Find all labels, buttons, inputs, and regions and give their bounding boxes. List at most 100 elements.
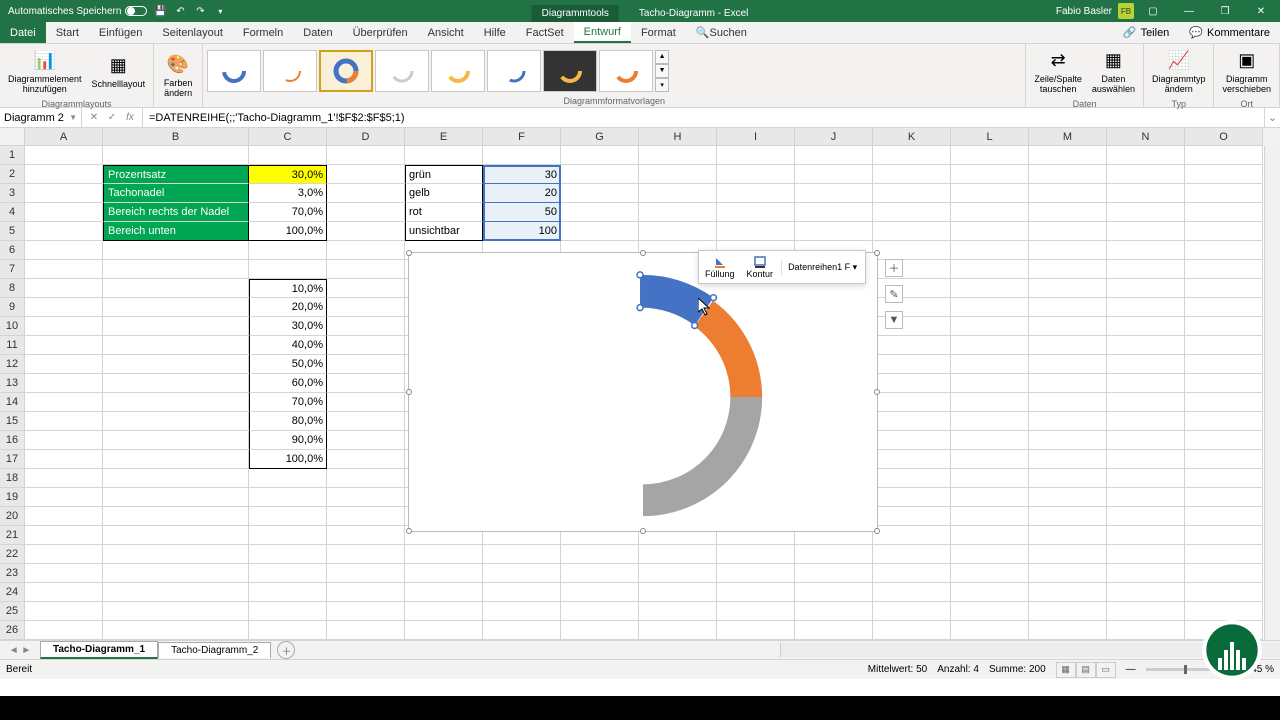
chart-style-8[interactable] <box>599 50 653 92</box>
resize-handle[interactable] <box>406 389 412 395</box>
cell[interactable] <box>639 184 717 203</box>
cell[interactable] <box>1107 336 1185 355</box>
cell[interactable] <box>103 564 249 583</box>
cell[interactable] <box>1185 203 1263 222</box>
close-icon[interactable]: ✕ <box>1244 0 1278 22</box>
cell[interactable] <box>1029 602 1107 621</box>
cell[interactable] <box>327 146 405 165</box>
cell[interactable] <box>405 564 483 583</box>
chart-style-6[interactable] <box>487 50 541 92</box>
cell[interactable] <box>951 203 1029 222</box>
cell[interactable]: Bereich unten <box>103 222 249 241</box>
resize-handle[interactable] <box>874 528 880 534</box>
resize-handle[interactable] <box>640 250 646 256</box>
cell[interactable] <box>951 165 1029 184</box>
cell[interactable] <box>1185 241 1263 260</box>
cell[interactable] <box>1029 564 1107 583</box>
cell[interactable] <box>327 583 405 602</box>
cell[interactable] <box>795 602 873 621</box>
cell[interactable] <box>1107 317 1185 336</box>
view-normal-icon[interactable]: ▦ <box>1056 662 1076 678</box>
cell[interactable] <box>1185 469 1263 488</box>
row-header[interactable]: 20 <box>0 507 25 526</box>
cell[interactable]: 40,0% <box>249 336 327 355</box>
cell[interactable] <box>1185 355 1263 374</box>
cell[interactable] <box>25 241 103 260</box>
resize-handle[interactable] <box>874 389 880 395</box>
cell[interactable]: 80,0% <box>249 412 327 431</box>
cell[interactable] <box>483 146 561 165</box>
cell[interactable] <box>327 184 405 203</box>
cell[interactable] <box>103 393 249 412</box>
cell[interactable] <box>951 184 1029 203</box>
minimize-icon[interactable]: ― <box>1172 0 1206 22</box>
cell[interactable] <box>327 317 405 336</box>
menu-einfugen[interactable]: Einfügen <box>89 22 152 43</box>
cell[interactable] <box>795 222 873 241</box>
cell[interactable] <box>1029 469 1107 488</box>
diagrammtyp-button[interactable]: 📈Diagrammtyp ändern <box>1148 46 1210 98</box>
cell[interactable] <box>103 450 249 469</box>
cell[interactable] <box>951 336 1029 355</box>
cell[interactable] <box>1107 564 1185 583</box>
cell[interactable]: 20 <box>483 184 561 203</box>
cell[interactable] <box>951 260 1029 279</box>
farben-button[interactable]: 🎨Farben ändern <box>158 50 198 102</box>
cell[interactable] <box>639 564 717 583</box>
cell[interactable] <box>327 602 405 621</box>
cell[interactable] <box>1107 260 1185 279</box>
cell[interactable] <box>25 621 103 640</box>
chart-style-7[interactable] <box>543 50 597 92</box>
cell[interactable] <box>951 393 1029 412</box>
cell[interactable] <box>327 507 405 526</box>
cell[interactable] <box>951 602 1029 621</box>
cell[interactable] <box>1107 374 1185 393</box>
cell[interactable] <box>25 431 103 450</box>
cell[interactable] <box>951 564 1029 583</box>
cell[interactable] <box>951 146 1029 165</box>
cell[interactable] <box>717 184 795 203</box>
cell[interactable] <box>873 450 951 469</box>
cell[interactable] <box>1185 374 1263 393</box>
cell[interactable] <box>1029 526 1107 545</box>
tab-nav[interactable]: ◄ ► <box>0 645 40 656</box>
cell[interactable] <box>951 507 1029 526</box>
cell[interactable] <box>795 621 873 640</box>
cell[interactable] <box>1185 431 1263 450</box>
cell[interactable] <box>483 583 561 602</box>
col-header[interactable]: O <box>1185 128 1263 146</box>
schnelllayout-button[interactable]: ▦Schnelllayout <box>88 46 150 98</box>
cell[interactable] <box>1185 336 1263 355</box>
cell[interactable] <box>103 336 249 355</box>
cell[interactable]: 100,0% <box>249 450 327 469</box>
undo-icon[interactable]: ↶ <box>173 4 187 18</box>
cell[interactable] <box>1107 488 1185 507</box>
row-header[interactable]: 18 <box>0 469 25 488</box>
cell[interactable] <box>1185 222 1263 241</box>
kontur-button[interactable]: Kontur <box>743 253 778 281</box>
cell[interactable] <box>25 336 103 355</box>
chart-styles-icon[interactable]: ✎ <box>885 285 903 303</box>
cell[interactable] <box>873 431 951 450</box>
cell[interactable] <box>249 602 327 621</box>
cell[interactable] <box>327 412 405 431</box>
cell[interactable] <box>795 165 873 184</box>
cell[interactable] <box>1107 355 1185 374</box>
cell[interactable] <box>103 602 249 621</box>
cell[interactable] <box>483 545 561 564</box>
menu-seitenlayout[interactable]: Seitenlayout <box>152 22 233 43</box>
cell[interactable] <box>25 298 103 317</box>
row-header[interactable]: 16 <box>0 431 25 450</box>
cell[interactable] <box>103 260 249 279</box>
cell[interactable] <box>873 564 951 583</box>
cell[interactable] <box>25 507 103 526</box>
confirm-formula-icon[interactable]: ✓ <box>104 110 120 126</box>
cell[interactable] <box>561 222 639 241</box>
cell[interactable] <box>103 469 249 488</box>
zoom-out-icon[interactable]: ― <box>1126 664 1136 675</box>
cell[interactable]: 100,0% <box>249 222 327 241</box>
cell[interactable] <box>639 583 717 602</box>
cell[interactable] <box>1029 146 1107 165</box>
cell[interactable] <box>25 355 103 374</box>
row-header[interactable]: 8 <box>0 279 25 298</box>
